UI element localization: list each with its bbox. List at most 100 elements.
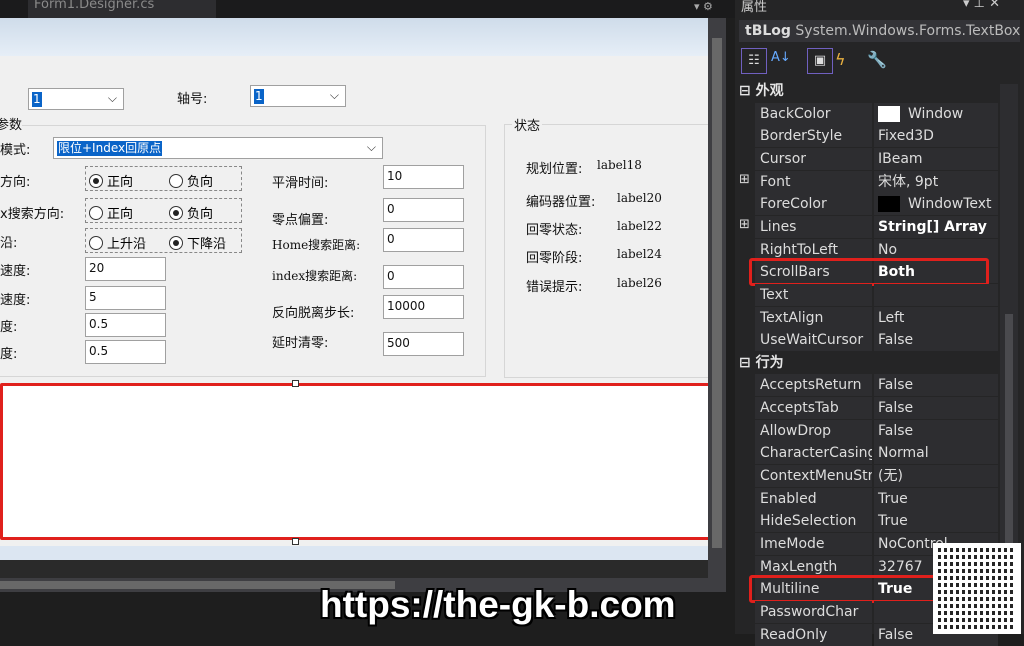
property-value[interactable]: IBeam (874, 147, 998, 170)
property-row[interactable]: ContextMenuStrip (无) (755, 465, 999, 488)
property-name: HideSelection (755, 510, 872, 533)
offset-label: 零点偏置: (272, 213, 329, 228)
tab-dropdown-icon[interactable]: ▾ ⚙ (694, 0, 713, 13)
radio-icon (89, 205, 103, 220)
property-row[interactable]: AllowDrop False (755, 419, 999, 442)
rising-edge-radio[interactable]: 上升沿 (89, 233, 146, 252)
direction-negative-radio[interactable]: 负向 (169, 171, 213, 190)
status-value: label20 (617, 191, 662, 205)
property-value[interactable]: (无) (874, 465, 998, 488)
property-row[interactable]: AcceptsTab False (755, 397, 999, 420)
status-label: 错误提示: (526, 280, 583, 295)
status-label: 回零阶段: (526, 251, 583, 266)
acc1-label: 度: (0, 320, 18, 335)
index-negative-radio[interactable]: 负向 (169, 203, 213, 222)
property-value[interactable]: True (874, 510, 998, 533)
property-value[interactable]: Fixed3D (874, 125, 998, 148)
escape-input[interactable]: 10000 (383, 295, 464, 319)
property-row[interactable]: ⊞ Lines String[] Array (739, 215, 999, 238)
property-value[interactable] (874, 283, 998, 306)
property-pages-icon[interactable]: 🔧 (867, 50, 887, 69)
index-distance-input[interactable]: 0 (383, 265, 464, 289)
delay-input[interactable]: 500 (383, 332, 464, 356)
status-value: label26 (617, 276, 662, 290)
highlight-box (749, 258, 989, 287)
acc2-input[interactable]: 0.5 (85, 340, 166, 364)
property-name: BorderStyle (755, 125, 872, 148)
index-positive-radio[interactable]: 正向 (89, 203, 133, 222)
home-distance-input[interactable]: 0 (383, 228, 464, 252)
direction-positive-radio[interactable]: 正向 (89, 171, 133, 190)
expand-icon[interactable]: ⊞ (739, 217, 750, 232)
property-value[interactable]: True (874, 487, 998, 510)
property-row[interactable]: Cursor IBeam (755, 147, 999, 170)
property-value-text: 32767 (878, 558, 923, 575)
category-name: 行为 (755, 354, 784, 371)
offset-input[interactable]: 0 (383, 198, 464, 222)
vertical-scrollbar[interactable] (708, 18, 726, 592)
log-textbox[interactable] (0, 383, 714, 540)
panel-pin-close-icons[interactable]: ▾ ⊥ ✕ (963, 0, 1000, 11)
expand-icon[interactable]: ⊞ (739, 172, 750, 187)
property-value-text: Left (878, 309, 905, 326)
property-row[interactable]: HideSelection True (755, 510, 999, 533)
property-name: Enabled (755, 487, 872, 510)
status-label: 编码器位置: (526, 195, 596, 210)
property-value-text: Fixed3D (878, 128, 934, 145)
property-value[interactable]: Window (874, 102, 998, 125)
falling-edge-radio[interactable]: 下降沿 (169, 233, 226, 252)
properties-icon[interactable]: ▣ (807, 48, 833, 74)
tab-form1-designer[interactable]: Form1.Designer.cs (28, 0, 216, 18)
radio-label: 正向 (107, 175, 134, 190)
property-row[interactable]: UseWaitCursor False (755, 329, 999, 352)
categorized-icon[interactable]: ☷ (741, 48, 767, 74)
category-header[interactable]: ⊟ 行为 (739, 352, 784, 372)
resize-handle[interactable] (292, 538, 299, 545)
combo-value: 限位+Index回原点 (57, 141, 163, 156)
collapse-icon[interactable]: ⊟ (739, 355, 751, 371)
combo-value: 1 (254, 89, 264, 104)
scrollbar-thumb[interactable] (712, 38, 722, 548)
property-row[interactable]: ForeColor WindowText (755, 193, 999, 216)
speed1-input[interactable]: 20 (85, 257, 166, 281)
radio-icon (169, 205, 183, 220)
alphabetical-icon[interactable]: A↓ (771, 50, 791, 65)
chevron-down-icon: ⌵ (329, 88, 339, 102)
qr-code (933, 543, 1021, 634)
property-row[interactable]: AcceptsReturn False (755, 374, 999, 397)
property-value[interactable]: 宋体, 9pt (874, 170, 998, 193)
property-value[interactable]: Left (874, 306, 998, 329)
speed2-input[interactable]: 5 (85, 286, 166, 310)
property-value-text: True (878, 513, 908, 530)
object-selector[interactable]: tBLog System.Windows.Forms.TextBox (739, 20, 1020, 42)
property-value[interactable]: String[] Array (874, 215, 998, 238)
events-icon[interactable]: ϟ (835, 50, 846, 69)
category-header[interactable]: ⊟ 外观 (739, 80, 784, 100)
designer-gap (0, 560, 708, 578)
property-name: ImeMode (755, 533, 872, 555)
property-value[interactable]: False (874, 329, 998, 352)
property-name: TextAlign (755, 306, 872, 329)
smooth-input[interactable]: 10 (383, 165, 464, 189)
axis-combo[interactable]: 1 ⌵ (250, 85, 346, 107)
property-row[interactable]: Text (755, 283, 999, 306)
property-value[interactable]: False (874, 397, 998, 420)
property-row[interactable]: BorderStyle Fixed3D (755, 125, 999, 148)
collapse-icon[interactable]: ⊟ (739, 83, 751, 99)
property-row[interactable]: Enabled True (755, 487, 999, 510)
property-value[interactable]: WindowText (874, 193, 998, 216)
property-value[interactable]: False (874, 419, 998, 442)
property-name: CharacterCasing (755, 442, 872, 465)
property-name: UseWaitCursor (755, 329, 872, 352)
property-row[interactable]: TextAlign Left (755, 306, 999, 329)
acc1-input[interactable]: 0.5 (85, 313, 166, 337)
property-value[interactable]: False (874, 374, 998, 397)
radio-label: 正向 (107, 207, 134, 222)
card-combo[interactable]: 1 ⌵ (28, 88, 124, 110)
property-row[interactable]: BackColor Window (755, 102, 999, 125)
property-value[interactable]: Normal (874, 442, 998, 465)
mode-combo[interactable]: 限位+Index回原点 ⌵ (53, 137, 383, 159)
property-row[interactable]: CharacterCasing Normal (755, 442, 999, 465)
property-row[interactable]: ⊞ Font 宋体, 9pt (739, 170, 999, 193)
resize-handle[interactable] (292, 380, 299, 387)
